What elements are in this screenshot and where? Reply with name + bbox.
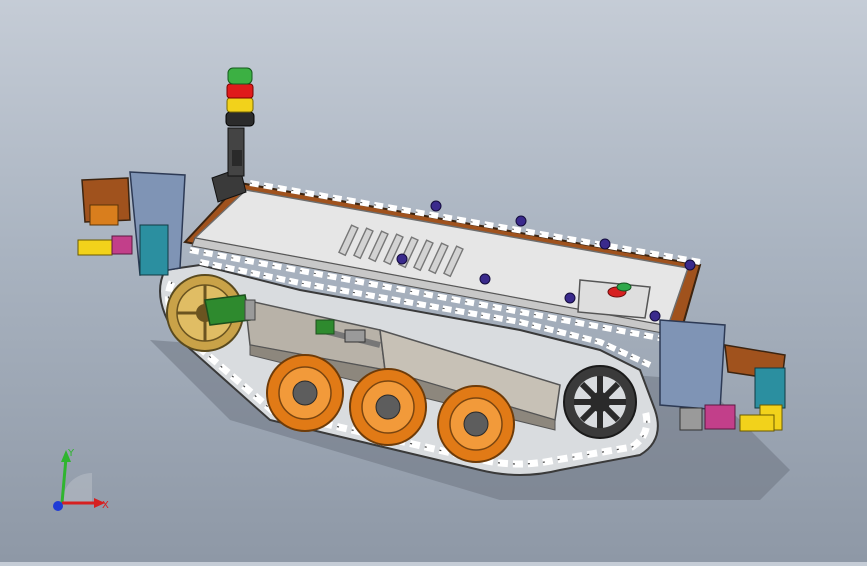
start-button-green[interactable] <box>616 282 632 292</box>
front-bracket[interactable] <box>77 171 186 276</box>
road-wheel-3[interactable] <box>437 385 515 463</box>
y-axis-label: Y <box>67 448 75 459</box>
x-axis-label: X <box>102 500 109 511</box>
road-wheel-1[interactable] <box>266 354 344 432</box>
z-axis-dot <box>53 501 63 511</box>
road-wheel-2[interactable] <box>349 368 427 446</box>
coordinate-triad: Y X <box>53 448 109 511</box>
3d-viewport[interactable]: Y X <box>0 0 867 562</box>
yellow-light-segment <box>226 97 254 113</box>
control-panel[interactable] <box>577 279 651 319</box>
green-light-segment <box>227 67 253 85</box>
idler-sprocket[interactable] <box>563 365 637 439</box>
red-light-segment <box>226 83 254 99</box>
signal-tower-light[interactable] <box>211 67 255 203</box>
motor-mount[interactable] <box>204 294 256 326</box>
